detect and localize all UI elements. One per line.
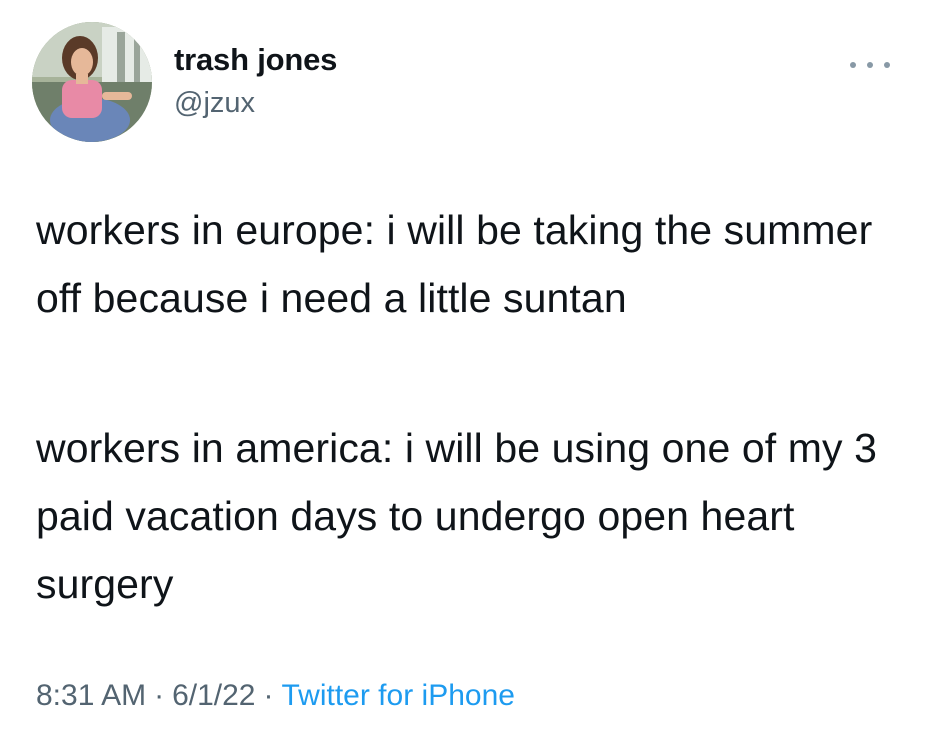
- avatar-image: [32, 22, 152, 142]
- more-dot: [850, 62, 856, 68]
- meta-separator: ·: [154, 679, 165, 712]
- more-options-icon[interactable]: [850, 58, 890, 72]
- author-display-name[interactable]: trash jones: [174, 42, 337, 78]
- tweet-meta: 8:31 AM · 6/1/22 · Twitter for iPhone: [36, 676, 515, 716]
- more-dot: [884, 62, 890, 68]
- meta-separator: ·: [263, 679, 274, 712]
- tweet-source-link[interactable]: Twitter for iPhone: [282, 679, 515, 712]
- tweet-time[interactable]: 8:31 AM: [36, 679, 146, 712]
- more-dot: [867, 62, 873, 68]
- avatar[interactable]: [32, 22, 152, 142]
- tweet-paragraph: workers in europe: i will be taking the …: [36, 207, 873, 321]
- tweet-date[interactable]: 6/1/22: [172, 679, 255, 712]
- tweet-paragraph: workers in america: i will be using one …: [36, 425, 877, 607]
- author-handle[interactable]: @jzux: [174, 86, 255, 120]
- tweet-card: trash jones @jzux workers in europe: i w…: [0, 0, 934, 740]
